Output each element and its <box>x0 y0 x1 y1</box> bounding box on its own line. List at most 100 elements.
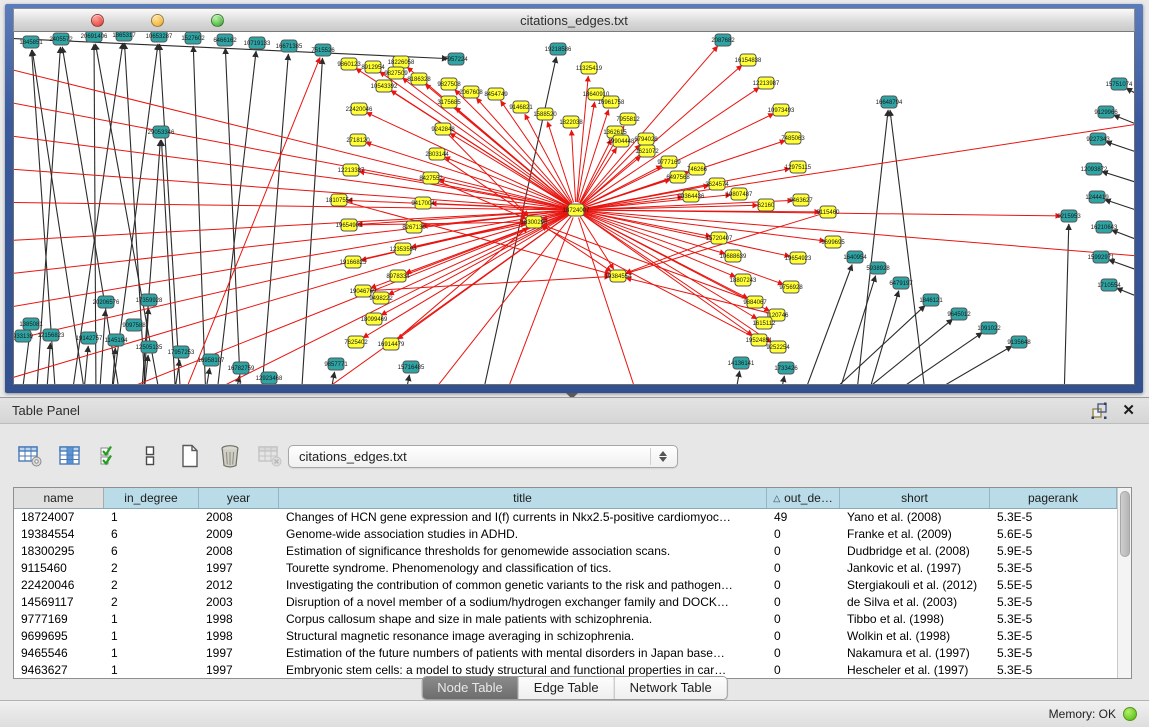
graph-node[interactable]: 1865317 <box>112 32 136 41</box>
graph-node[interactable]: 1091022 <box>977 322 1001 334</box>
graph-node[interactable]: 19166825 <box>340 256 367 268</box>
close-panel-icon[interactable]: ✕ <box>1122 402 1135 420</box>
graph-node[interactable]: 15716485 <box>398 361 425 373</box>
graph-node[interactable]: 20364436 <box>678 190 705 202</box>
graph-node[interactable]: 1845851 <box>19 36 43 48</box>
graph-node[interactable]: 9227343 <box>1086 133 1110 145</box>
graph-node[interactable]: 2067608 <box>459 86 483 98</box>
graph-node[interactable]: 8912954 <box>361 61 385 73</box>
graph-node[interactable]: 3624574 <box>705 178 729 190</box>
graph-node[interactable]: 7515526 <box>311 44 335 56</box>
graph-node[interactable]: 17957253 <box>168 346 195 358</box>
graph-node[interactable]: 10719133 <box>244 37 271 49</box>
graph-node[interactable]: 7955812 <box>616 113 640 125</box>
graph-node[interactable]: 9827508 <box>437 78 461 90</box>
graph-node[interactable]: 2718120 <box>346 134 370 146</box>
table-row[interactable]: 2242004622012Investigating the contribut… <box>14 577 1117 594</box>
graph-node[interactable]: 1822038 <box>559 116 583 128</box>
graph-node[interactable]: 9756928 <box>779 281 803 293</box>
graph-node[interactable]: 9860123 <box>337 58 361 70</box>
table-row[interactable]: 946554611997Estimation of the future num… <box>14 645 1117 662</box>
graph-node[interactable]: 9097588 <box>122 319 146 331</box>
graph-node[interactable]: 1385081 <box>19 318 43 330</box>
table-row[interactable]: 1872400712008Changes of HCN gene express… <box>14 509 1117 526</box>
graph-node[interactable]: 9884067 <box>743 296 767 308</box>
graph-node[interactable]: 1527602 <box>181 32 205 44</box>
graph-node[interactable]: 16914479 <box>378 338 405 350</box>
graph-node[interactable]: 10653287 <box>146 32 173 42</box>
graph-node[interactable]: 9242848 <box>431 123 455 135</box>
graph-node[interactable]: 6794028 <box>634 133 658 145</box>
graph-node[interactable]: 9645012 <box>947 308 971 320</box>
graph-node[interactable]: 12353594 <box>390 243 417 255</box>
graph-node[interactable]: 9417004 <box>411 197 435 209</box>
graph-node[interactable]: 20206576 <box>93 296 120 308</box>
show-columns-icon[interactable] <box>54 440 86 472</box>
graph-node[interactable]: 12505135 <box>136 341 163 353</box>
graph-node[interactable]: 12975115 <box>785 161 812 173</box>
delete-icon[interactable] <box>214 440 246 472</box>
column-header-pagerank[interactable]: pagerank <box>990 488 1117 508</box>
network-window-titlebar[interactable]: citations_edges.txt <box>13 8 1135 32</box>
graph-node[interactable]: 9252254 <box>766 341 790 353</box>
graph-node[interactable]: 19654923 <box>785 252 812 264</box>
graph-node[interactable]: 8186328 <box>407 73 431 85</box>
table-row[interactable]: 1830029562008Estimation of significance … <box>14 543 1117 560</box>
tab-node-table[interactable]: Node Table <box>422 677 519 699</box>
close-button[interactable] <box>91 14 104 27</box>
graph-node[interactable]: 7485063 <box>781 132 805 144</box>
network-graph[interactable]: 1872400798601238912954182260589827509105… <box>14 32 1135 385</box>
float-window-icon[interactable] <box>1090 402 1108 420</box>
graph-node[interactable]: 19654903 <box>336 219 363 231</box>
graph-node[interactable]: 6466162 <box>213 34 237 46</box>
network-canvas[interactable]: 1872400798601238912954182260589827509105… <box>13 32 1135 385</box>
graph-node[interactable]: 9777169 <box>657 156 681 168</box>
graph-node[interactable]: 11325419 <box>576 62 603 74</box>
graph-node[interactable]: 12213987 <box>753 77 780 89</box>
graph-node[interactable]: 16648794 <box>876 96 903 108</box>
minimize-button[interactable] <box>151 14 164 27</box>
graph-node[interactable]: 9215953 <box>1057 210 1081 222</box>
graph-node[interactable]: 9827509 <box>384 67 408 79</box>
select-visible-columns-icon[interactable] <box>94 440 126 472</box>
scrollbar-thumb[interactable] <box>1120 491 1130 557</box>
row-height-icon[interactable] <box>134 440 166 472</box>
column-header-short[interactable]: short <box>840 488 990 508</box>
table-row[interactable]: 977716911998Corpus callosum shape and si… <box>14 611 1117 628</box>
graph-node[interactable]: 9699695 <box>821 236 845 248</box>
graph-node[interactable]: 14136141 <box>728 357 755 369</box>
graph-node[interactable]: 2087682 <box>711 34 735 46</box>
graph-node[interactable]: 9129966 <box>1094 106 1118 118</box>
graph-node[interactable]: 1621072 <box>635 145 659 157</box>
graph-node[interactable]: 5938928 <box>866 262 890 274</box>
graph-node[interactable]: 9857771 <box>324 358 348 370</box>
graph-node[interactable]: 62160 <box>758 199 775 211</box>
graph-node[interactable]: 1733426 <box>774 362 798 374</box>
graph-node[interactable]: 9146821 <box>509 101 533 113</box>
graph-node[interactable]: 9463627 <box>789 194 813 206</box>
graph-node[interactable]: 15751074 <box>1106 78 1133 90</box>
column-header-year[interactable]: year <box>199 488 279 508</box>
graph-node[interactable]: 12093872 <box>1081 163 1108 175</box>
graph-node[interactable]: 2405572 <box>49 33 73 45</box>
graph-node[interactable]: 12156823 <box>38 329 65 341</box>
graph-node[interactable]: 933139 <box>14 330 34 342</box>
graph-node[interactable]: 8454749 <box>484 88 508 100</box>
graph-node[interactable]: 1846121 <box>919 294 943 306</box>
graph-node[interactable]: 1588520 <box>533 108 557 120</box>
memory-status-icon[interactable] <box>1123 707 1137 721</box>
graph-node[interactable]: 12923468 <box>256 372 283 384</box>
graph-node[interactable]: 1640954 <box>843 251 867 263</box>
zoom-button[interactable] <box>211 14 224 27</box>
graph-node[interactable]: 9115460 <box>817 206 841 218</box>
graph-node[interactable]: 20691406 <box>81 32 108 42</box>
table-row[interactable]: 969969511998Structural magnetic resonanc… <box>14 628 1117 645</box>
tab-network-table[interactable]: Network Table <box>615 677 727 699</box>
column-header-in_degree[interactable]: in_degree <box>104 488 199 508</box>
new-file-icon[interactable] <box>174 440 206 472</box>
column-header-out_de[interactable]: △out_de… <box>767 488 840 508</box>
graph-node[interactable]: 18226058 <box>388 56 415 68</box>
graph-node[interactable]: 7957224 <box>444 53 468 65</box>
graph-node[interactable]: 6479197 <box>889 277 913 289</box>
graph-node[interactable]: 7625402 <box>344 336 368 348</box>
